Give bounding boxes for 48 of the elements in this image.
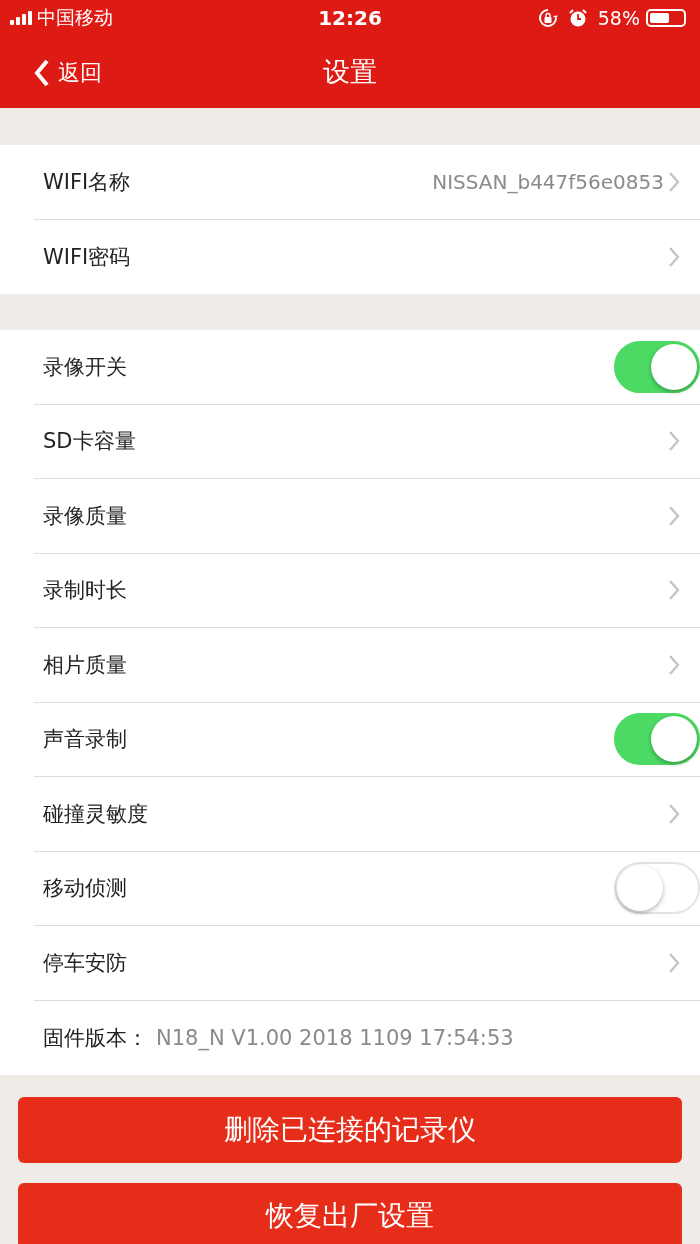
back-chevron-icon [34,59,50,87]
settings-row[interactable]: 移动侦测 [34,851,700,926]
chevron-icon [668,579,680,602]
chevron-icon [668,951,680,974]
row-label: SD卡容量 [43,428,136,456]
row-value: NISSAN_b447f56e0853 [432,169,664,194]
firmware-version: N18_N V1.00 2018 1109 17:54:53 [156,1025,514,1050]
row-label: WIFI名称 [43,168,131,196]
alarm-icon [567,8,588,28]
carrier-name: 中国移动 [37,5,113,30]
settings-row[interactable]: WIFI名称 NISSAN_b447f56e0853 [34,145,700,220]
row-label: 碰撞灵敏度 [43,800,148,828]
signal-icon [10,11,32,25]
settings-row[interactable]: 录像开关 [34,330,700,405]
chevron-icon [668,430,680,453]
toggle-switch[interactable] [614,862,700,915]
status-time: 12:26 [317,6,383,30]
toggle-switch[interactable] [614,340,700,393]
rotation-lock-icon [537,8,558,28]
settings-row[interactable]: 相片质量 [34,628,700,703]
settings-row[interactable]: 声音录制 [34,702,700,777]
row-label: 固件版本： [43,1024,148,1052]
chevron-icon [668,170,680,193]
toggle-switch[interactable] [614,713,700,766]
action-button[interactable]: 恢复出厂设置 [18,1183,682,1244]
action-button[interactable]: 删除已连接的记录仪 [18,1097,682,1163]
settings-row[interactable]: 停车安防 [34,926,700,1001]
settings-row[interactable]: 录制时长 [34,553,700,628]
chevron-icon [668,802,680,825]
row-label: 声音录制 [43,726,127,754]
chevron-icon [668,504,680,527]
back-button[interactable]: 返回 [34,54,102,92]
row-label: 录像开关 [43,353,127,381]
chevron-icon [668,653,680,676]
row-label: 移动侦测 [43,875,127,903]
chevron-icon [668,245,680,268]
page-title: 设置 [323,55,377,89]
row-label: 录像质量 [43,502,127,530]
row-label: WIFI密码 [43,243,131,271]
settings-row[interactable]: WIFI密码 [34,219,700,294]
battery-icon [646,9,686,27]
row-label: 录制时长 [43,577,127,605]
settings-row[interactable]: 录像质量 [34,479,700,554]
settings-row[interactable]: 碰撞灵敏度 [34,777,700,852]
settings-row[interactable]: SD卡容量 [34,404,700,479]
battery-percent: 58% [597,7,640,29]
row-label: 停车安防 [43,949,127,977]
row-label: 相片质量 [43,651,127,679]
